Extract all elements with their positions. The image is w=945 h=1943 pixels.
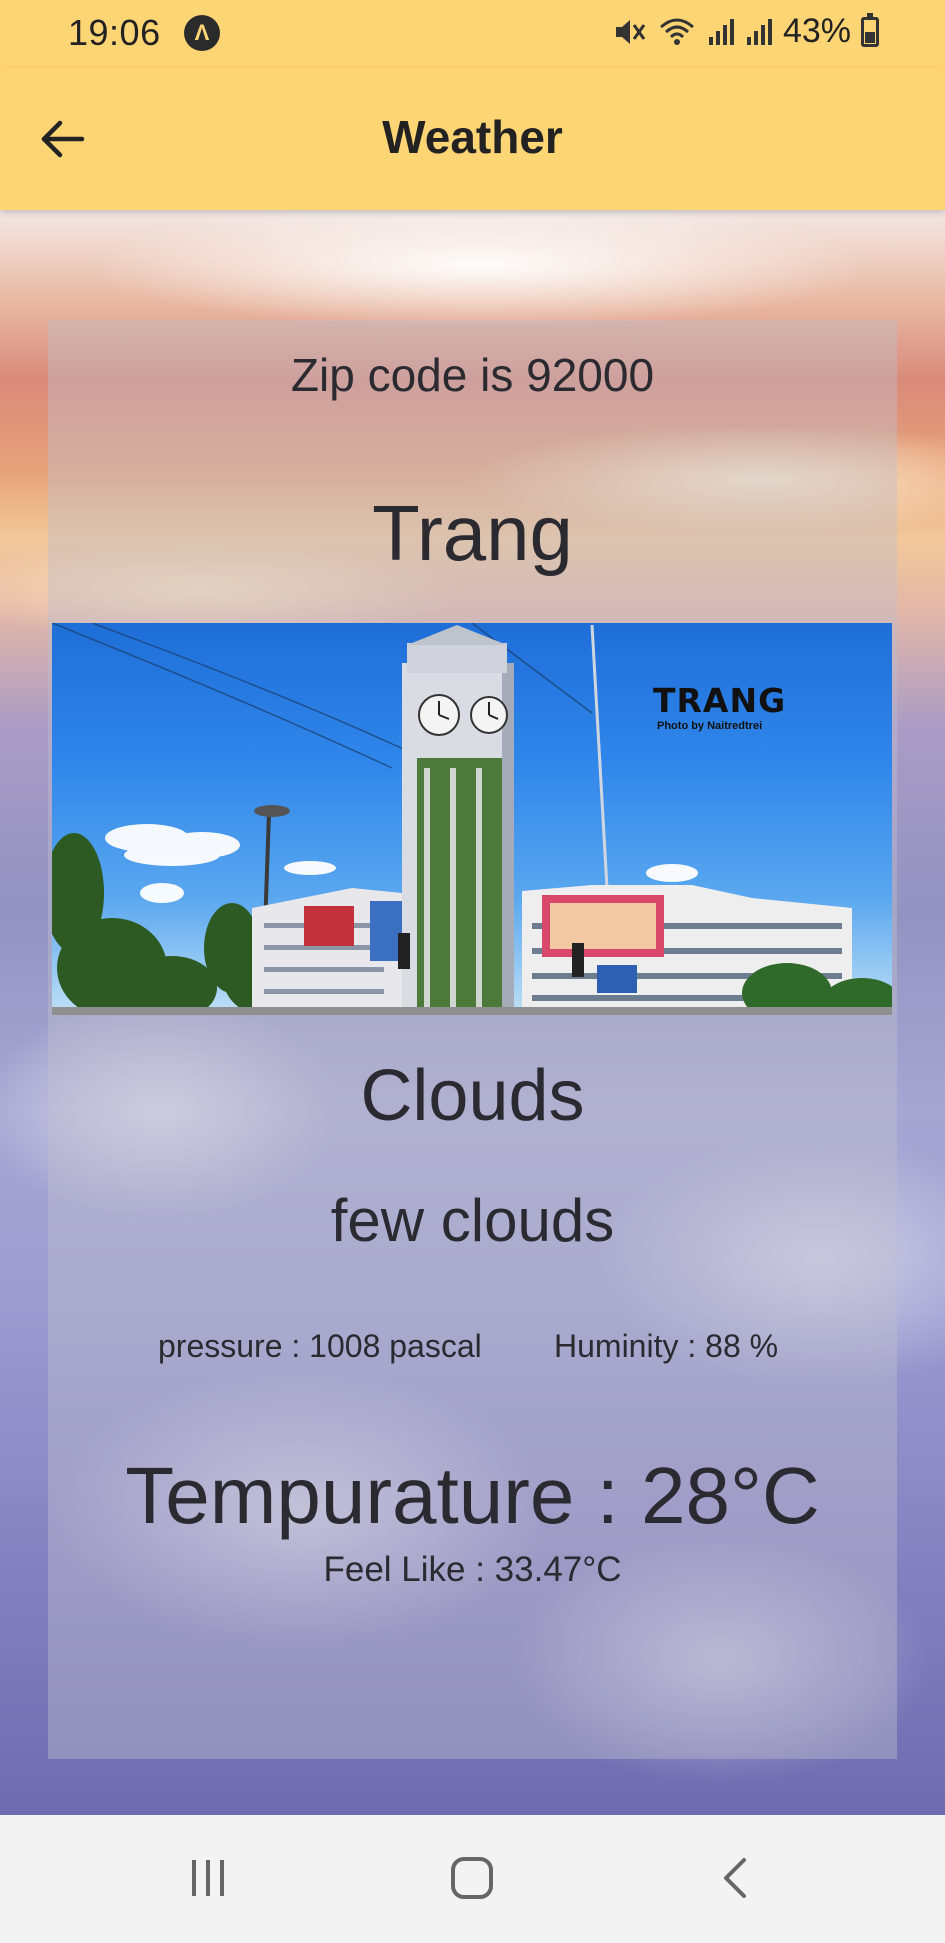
city-photo: TRANG Photo by Naitredtrei xyxy=(52,623,892,1015)
zip-code-label: Zip code is 92000 xyxy=(290,349,655,401)
signal-icon xyxy=(745,17,773,47)
weather-condition: Clouds xyxy=(360,1056,585,1136)
wifi-icon xyxy=(657,17,697,47)
page-title: Weather xyxy=(382,111,563,163)
app-bar: Weather xyxy=(0,68,945,210)
battery-fill xyxy=(865,32,875,43)
watermark-title: TRANG xyxy=(653,681,787,720)
city-name: Trang xyxy=(372,489,573,577)
humidity-label: Huminity : 88 % xyxy=(554,1328,779,1364)
status-bar: 19:06 Λ 43% xyxy=(0,0,945,68)
status-time: 19:06 xyxy=(68,12,161,53)
signal-icon xyxy=(707,17,735,47)
feels-like-label: Feel Like : 33.47°C xyxy=(323,1550,622,1589)
home-icon xyxy=(451,1857,493,1899)
home-button[interactable] xyxy=(432,1843,512,1913)
back-icon xyxy=(724,1858,746,1898)
nav-back-button[interactable] xyxy=(696,1843,776,1913)
status-icons: 43% xyxy=(613,12,879,51)
pressure-label: pressure : 1008 pascal xyxy=(158,1328,482,1364)
weather-description: few clouds xyxy=(330,1187,615,1254)
photo-watermark: TRANG Photo by Naitredtrei xyxy=(653,681,786,732)
app-notification-icon: Λ xyxy=(184,15,220,51)
battery-percent: 43% xyxy=(782,12,851,50)
system-nav-bar xyxy=(0,1815,945,1943)
recent-apps-button[interactable] xyxy=(168,1843,248,1913)
watermark-credit: Photo by Naitredtrei xyxy=(657,720,763,732)
mute-icon xyxy=(613,17,647,47)
recent-apps-icon xyxy=(192,1860,224,1896)
temperature-label: Tempurature : 28°C xyxy=(125,1451,820,1540)
battery-icon xyxy=(861,12,879,47)
weather-card: Zip code is 92000 Trang TRANG Photo by N… xyxy=(48,320,897,1759)
